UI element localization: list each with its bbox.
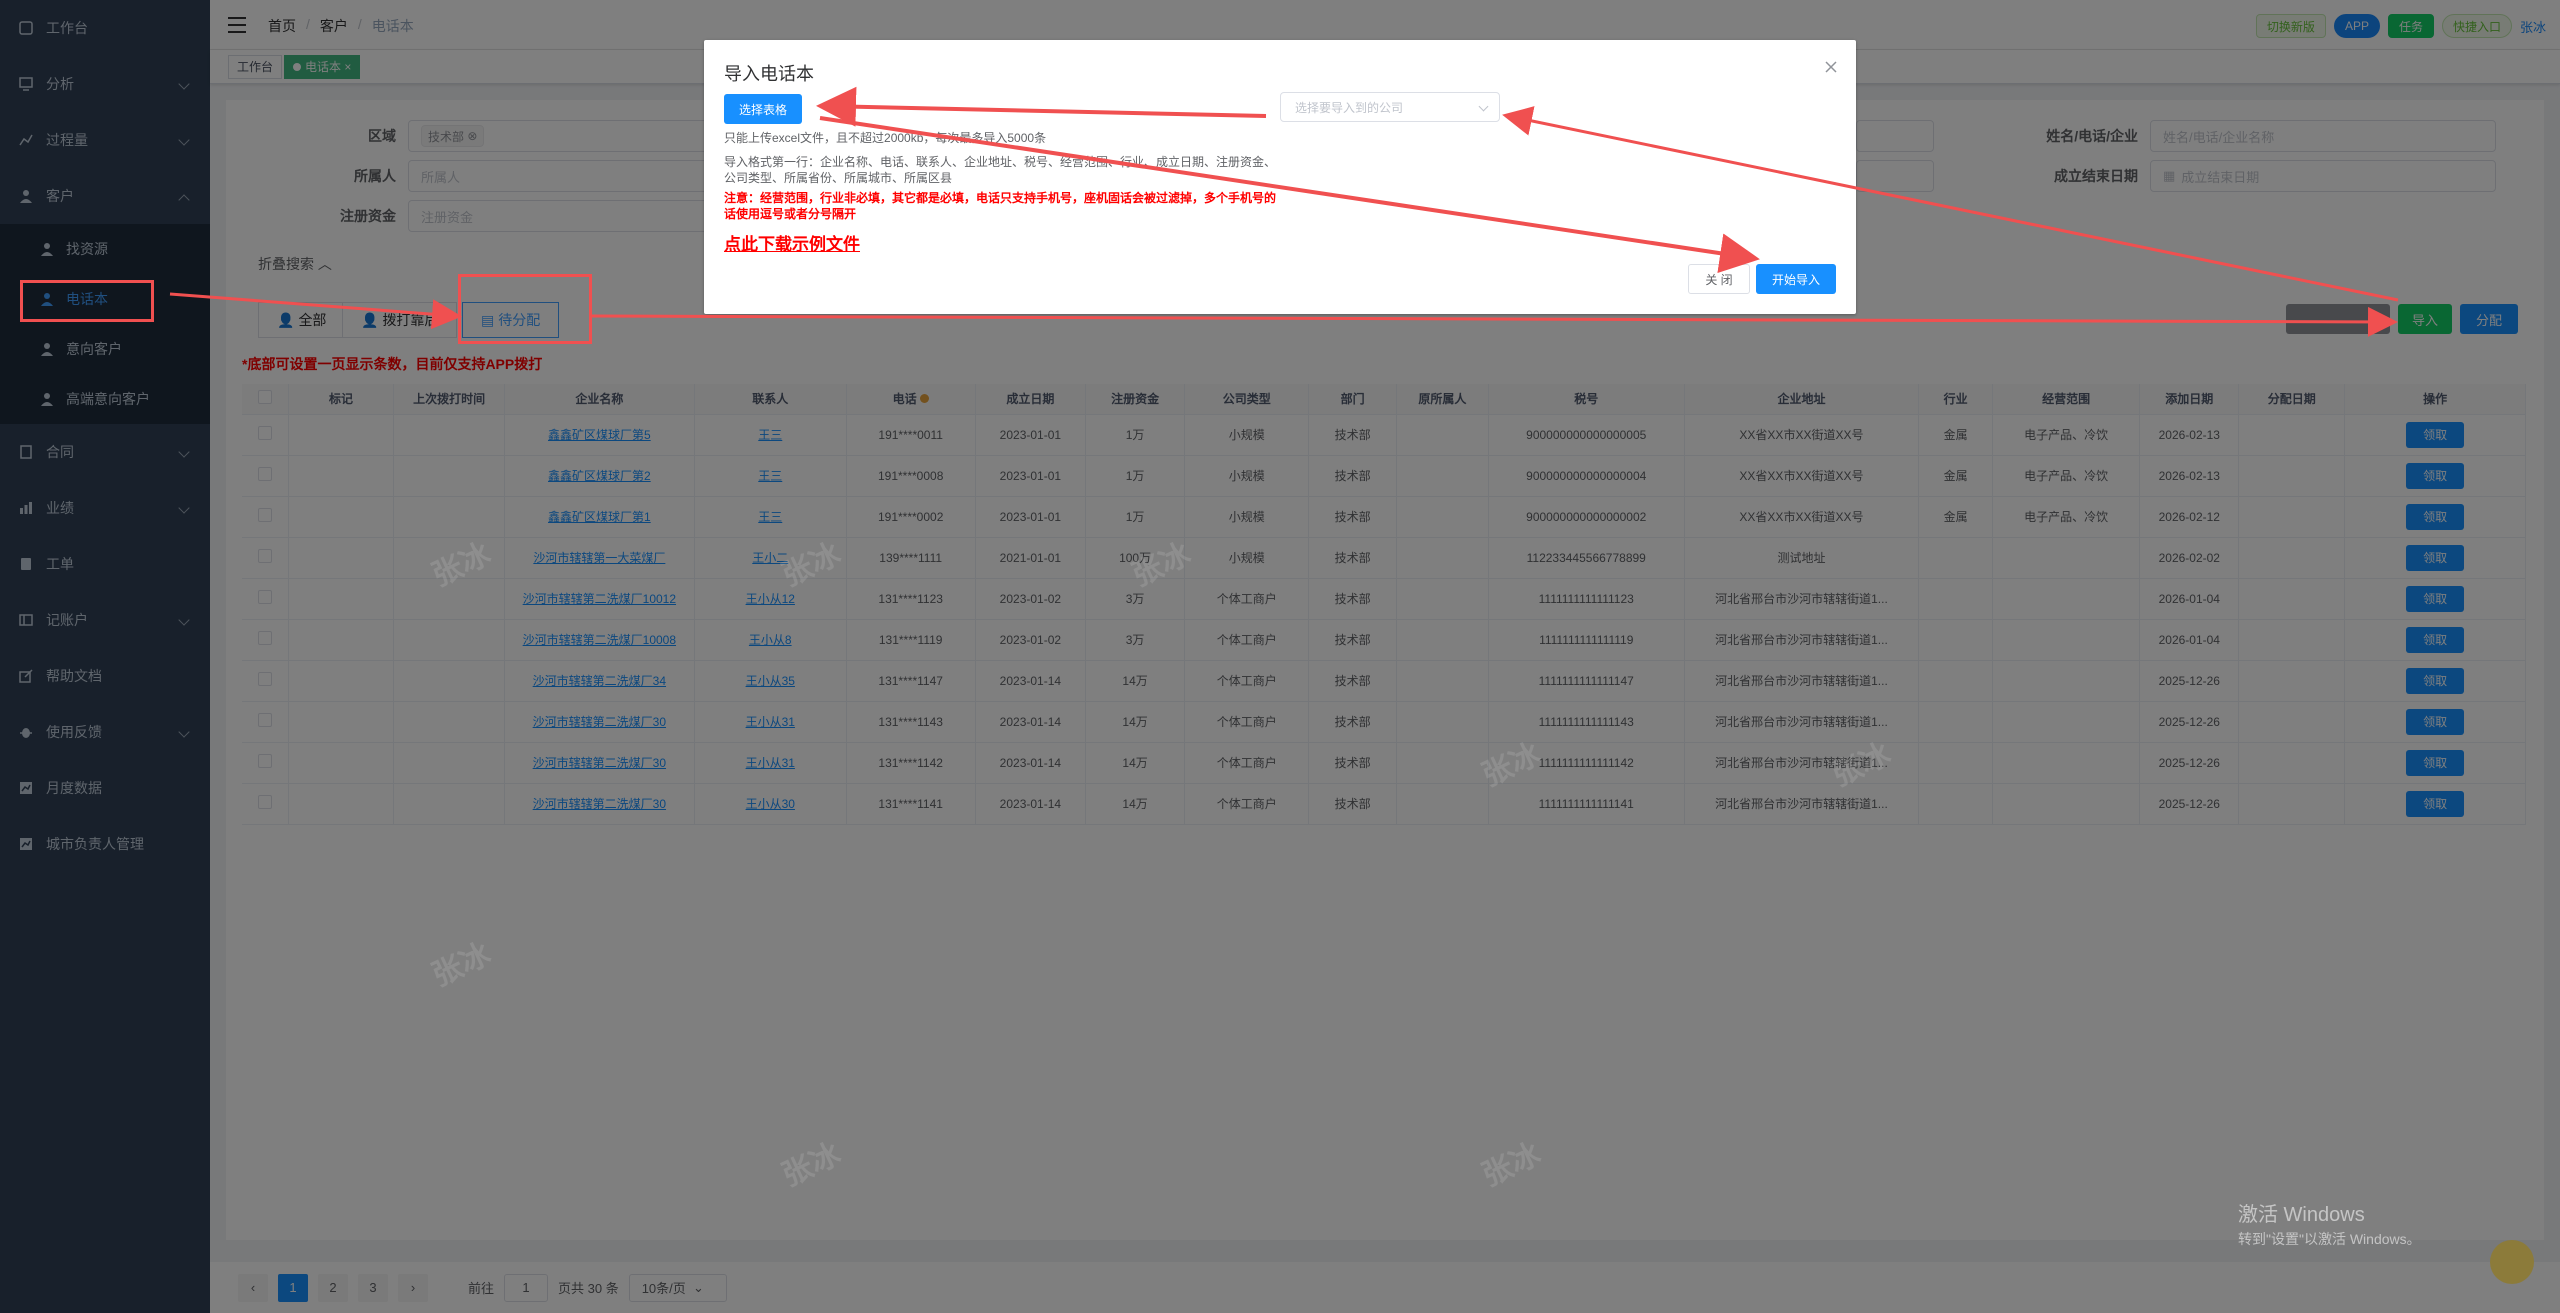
avatar[interactable] [2490, 1240, 2534, 1284]
arrow-to-select-file [816, 86, 1267, 127]
arrow-to-import-button [591, 306, 2398, 337]
windows-activation-sub: 转到"设置"以激活 Windows。 [2238, 1231, 2421, 1247]
annotation-arrows [169, 86, 2399, 337]
arrow-to-pending-tab [169, 292, 462, 330]
arrow-to-company-select [1502, 106, 2399, 302]
windows-activation: 激活 Windows 转到"设置"以激活 Windows。 [2238, 1198, 2421, 1249]
windows-activation-title: 激活 Windows [2238, 1204, 2365, 1226]
